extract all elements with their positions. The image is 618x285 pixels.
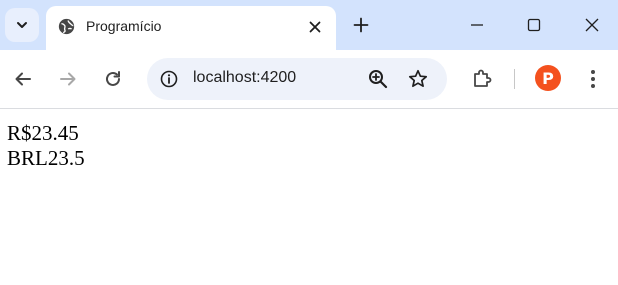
currency-line-1: R$23.45 <box>7 121 79 145</box>
profile-initial: P <box>542 68 554 88</box>
address-bar[interactable]: localhost:4200 <box>147 58 447 100</box>
currency-line-2: BRL23.5 <box>7 146 85 170</box>
zoom-in-icon <box>369 70 388 89</box>
close-icon <box>585 18 599 32</box>
close-window-button[interactable] <box>580 13 604 37</box>
toolbar: localhost:4200 P <box>0 50 618 108</box>
forward-button[interactable] <box>52 63 84 95</box>
tab-close-button[interactable] <box>304 16 326 38</box>
toolbar-divider <box>514 69 515 89</box>
minimize-icon <box>471 24 483 26</box>
extensions-button[interactable] <box>466 63 498 95</box>
minimize-button[interactable] <box>465 13 489 37</box>
globe-icon <box>58 18 75 35</box>
profile-avatar[interactable]: P <box>535 65 561 91</box>
url-text[interactable]: localhost:4200 <box>193 69 296 87</box>
zoom-button[interactable] <box>366 67 390 91</box>
bookmark-button[interactable] <box>406 67 430 91</box>
arrow-right-icon <box>60 72 76 86</box>
plus-icon <box>353 17 369 33</box>
maximize-icon <box>527 18 541 32</box>
new-tab-button[interactable] <box>349 13 373 37</box>
tab-strip: Programício <box>0 0 618 50</box>
close-icon <box>309 21 321 33</box>
star-icon <box>408 69 428 88</box>
tab-title: Programício <box>86 18 162 34</box>
info-icon <box>160 70 178 88</box>
active-tab[interactable]: Programício <box>46 6 336 50</box>
more-vert-icon <box>591 70 595 88</box>
menu-button[interactable] <box>577 63 609 95</box>
tab-search-button[interactable] <box>5 8 39 42</box>
arrow-left-icon <box>15 72 31 86</box>
back-button[interactable] <box>7 63 39 95</box>
site-info-button[interactable] <box>157 67 181 91</box>
maximize-button[interactable] <box>522 13 546 37</box>
page-content: R$23.45 BRL23.5 <box>0 109 618 285</box>
puzzle-icon <box>474 69 492 87</box>
chevron-down-icon <box>17 22 27 28</box>
reload-button[interactable] <box>97 63 129 95</box>
reload-icon <box>106 71 120 86</box>
